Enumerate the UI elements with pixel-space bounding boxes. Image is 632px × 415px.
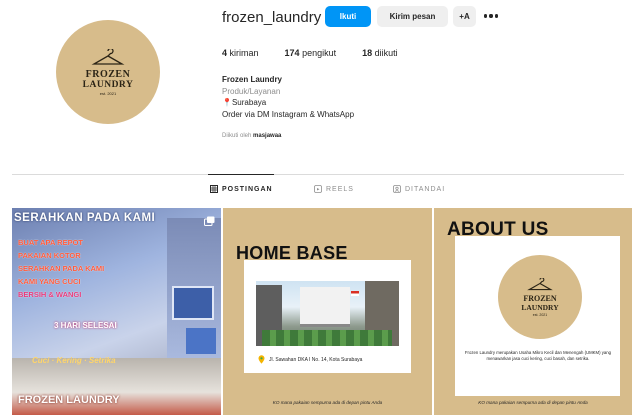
post1-headline: SERAHKAN PADA KAMI <box>14 212 156 224</box>
post1-line: SERAHKAN PADA KAMI <box>18 264 105 273</box>
post2-card: Jl. Sawahan DKA I No. 14, Kota Surabaya <box>244 260 411 373</box>
profile-bio: Frozen Laundry Produk/Layanan 📍Surabaya … <box>222 74 354 120</box>
avatar-logo-line2: LAUNDRY <box>82 79 134 90</box>
post2-title: HOME BASE <box>236 243 348 263</box>
post1-line: BUAT APA REPOT <box>18 238 83 247</box>
post1-line: KAMI YANG CUCI <box>18 277 81 286</box>
post3-title: ABOUT US <box>447 219 549 240</box>
post1-footer: Cuci · Kering · Setrika <box>32 356 116 365</box>
post-tile-2[interactable]: Jl. Sawahan DKA I No. 14, Kota Surabaya … <box>223 208 432 415</box>
profile-stats: 4 kiriman 174 pengikut 18 diikuti <box>222 48 424 58</box>
carousel-icon <box>204 216 215 226</box>
tagged-icon <box>393 185 401 193</box>
followed-by[interactable]: Diikuti oleh masjawaa <box>222 133 281 139</box>
posts-count: 4 kiriman <box>222 48 259 58</box>
suggest-accounts-button[interactable]: +A <box>453 6 476 27</box>
bio-name: Frozen Laundry <box>222 75 283 84</box>
post1-store-sign: FROZEN LAUNDRY <box>18 394 120 406</box>
avatar-logo-line1: FROZEN <box>85 68 131 80</box>
active-tab-indicator <box>208 174 274 175</box>
follow-button[interactable]: Ikuti <box>325 6 371 27</box>
tab-reels[interactable]: REELS <box>314 185 354 193</box>
profile-avatar[interactable]: FROZEN LAUNDRY est. 2021 <box>56 20 160 124</box>
more-options-icon[interactable] <box>484 11 502 21</box>
post3-card: FROZEN LAUNDRY est. 2021 Frozen Laundry … <box>455 236 620 396</box>
post3-description: Frozen Laundry merupakan Usaha Mikro Kec… <box>464 350 612 361</box>
post1-hours: 3 HARI SELESAI <box>54 321 117 330</box>
hanger-icon <box>527 277 553 290</box>
reels-icon <box>314 185 322 193</box>
add-person-icon: +A <box>459 12 470 21</box>
home-base-photo <box>256 281 399 346</box>
tab-tagged[interactable]: DITANDAI <box>393 185 445 193</box>
post1-line: PAKAIAN KOTOR <box>18 251 81 260</box>
following-count[interactable]: 18 diikuti <box>362 48 398 58</box>
post-tile-3[interactable]: FROZEN LAUNDRY est. 2021 Frozen Laundry … <box>434 208 632 415</box>
post1-line: BERSIH & WANGI <box>18 290 82 299</box>
tab-divider <box>12 174 624 175</box>
post2-footer: KO mana pakaian sempurna ada di depan pi… <box>272 400 383 405</box>
post3-logo: FROZEN LAUNDRY est. 2021 <box>498 255 582 339</box>
bio-line: Order via DM Instagram & WhatsApp <box>222 109 355 119</box>
post2-address: Jl. Sawahan DKA I No. 14, Kota Surabaya <box>258 355 362 364</box>
post-tile-1[interactable]: SERAHKAN PADA KAMI BUAT APA REPOT PAKAIA… <box>12 208 221 415</box>
tab-posts[interactable]: POSTINGAN <box>210 185 273 193</box>
location-pin-icon: 📍 <box>222 98 232 107</box>
post3-footer: KO mana pakaian sempurna ada di depan pi… <box>478 400 588 405</box>
avatar-logo-est: est. 2021 <box>99 90 117 96</box>
profile-username: frozen_laundry <box>222 9 322 26</box>
send-message-button[interactable]: Kirim pesan <box>377 6 448 27</box>
followers-count[interactable]: 174 pengikut <box>285 48 337 58</box>
bio-category: Produk/Layanan <box>222 86 281 96</box>
grid-icon <box>210 185 218 193</box>
map-pin-icon <box>258 355 265 364</box>
bio-location: 📍Surabaya <box>222 98 267 107</box>
hanger-icon <box>91 48 125 65</box>
